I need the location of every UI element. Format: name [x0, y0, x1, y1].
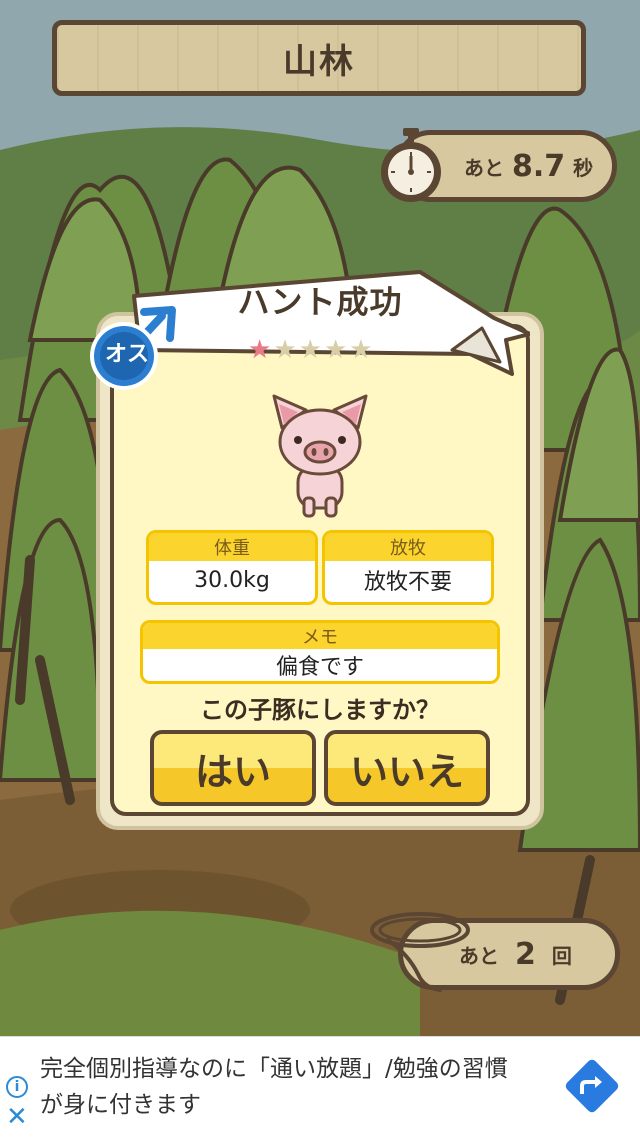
stopwatch-icon	[381, 128, 441, 202]
directions-arrow-icon[interactable]	[562, 1056, 622, 1116]
ad-text[interactable]: 完全個別指導なのに「通い放題」/勉強の習慣が身に付きます	[40, 1051, 530, 1123]
weight-value: 30.0kg	[194, 567, 270, 593]
timer-unit: 秒	[573, 155, 594, 180]
location-title: 山林	[283, 41, 355, 82]
grazing-panel: 放牧 放牧不要	[322, 530, 494, 605]
star-icon: ★	[273, 335, 297, 365]
piglet-image	[272, 394, 368, 518]
grazing-label: 放牧	[325, 533, 491, 561]
weight-panel: 体重 30.0kg	[146, 530, 318, 605]
dialog-title: ハント成功	[237, 283, 403, 321]
no-button[interactable]: いいえ	[324, 730, 490, 806]
star-icon: ★	[298, 335, 322, 365]
grazing-value: 放牧不要	[363, 570, 452, 595]
close-icon[interactable]: ✕	[6, 1104, 28, 1130]
count-unit: 回	[551, 943, 572, 968]
memo-label: メモ	[143, 623, 497, 649]
count-value: 2	[515, 936, 536, 972]
confirm-question: この子豚にしますか？	[200, 696, 440, 724]
location-plank: 山林	[52, 20, 586, 96]
ad-banner[interactable]: 完全個別指導なのに「通い放題」/勉強の習慣が身に付きます	[0, 1036, 640, 1137]
star-icon: ★	[248, 335, 272, 365]
info-icon[interactable]: i	[6, 1076, 28, 1098]
memo-value: 偏食です	[275, 655, 364, 680]
yes-button[interactable]: はい	[150, 730, 316, 806]
timer-prefix: あと	[464, 155, 504, 180]
memo-panel: メモ 偏食です	[140, 620, 500, 684]
gender-label: オス	[104, 342, 149, 367]
star-icon: ★	[349, 335, 373, 365]
rarity-stars: ★ ★ ★ ★ ★	[248, 336, 373, 364]
star-icon: ★	[323, 335, 348, 365]
weight-label: 体重	[149, 533, 315, 561]
timer-value: 8.7	[512, 148, 566, 184]
lasso-icon	[370, 912, 470, 992]
